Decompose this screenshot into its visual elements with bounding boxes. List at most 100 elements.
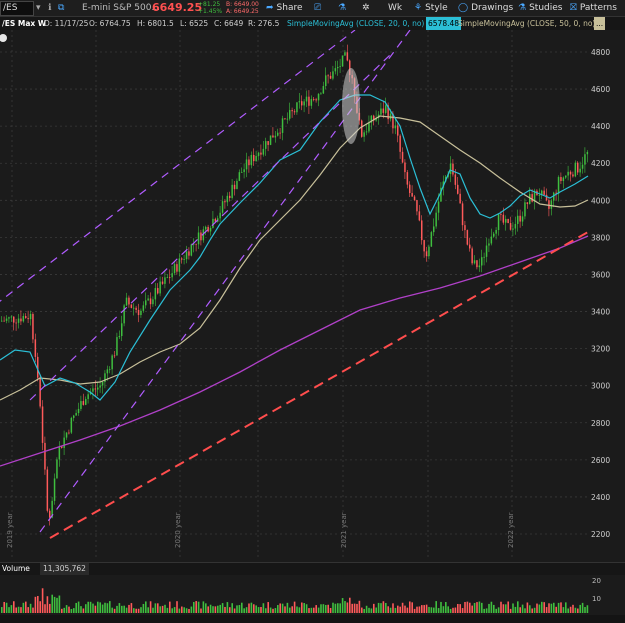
volume-bar [577, 608, 579, 613]
volume-bar [27, 607, 29, 613]
volume-bar [77, 601, 80, 613]
share-button[interactable]: ➦ Share [266, 0, 303, 16]
candle-body [99, 385, 101, 388]
candle-body [236, 180, 238, 190]
candle-body [279, 132, 281, 134]
flask-icon[interactable]: ⚗ [338, 0, 346, 16]
candle-body [85, 399, 87, 405]
candle-body [334, 68, 337, 72]
candle-body [147, 298, 149, 301]
volume-chart[interactable]: 20 10 [0, 575, 625, 615]
volume-bar [104, 602, 106, 613]
volume-bar [8, 607, 10, 613]
candle-body [361, 120, 363, 137]
volume-bar [32, 607, 34, 613]
candle-body [269, 135, 272, 145]
candle-body [531, 194, 533, 202]
volume-bar [440, 601, 442, 613]
volume-bar [562, 607, 565, 613]
volume-bar [135, 608, 137, 613]
volume-bar [430, 607, 433, 613]
price-chart[interactable]: 4800 4600 4400 4200 4000 3800 3600 3400 3200 3000… [0, 30, 625, 562]
volume-bar [279, 603, 281, 613]
volume-bar [236, 605, 238, 613]
candle-body [250, 154, 253, 166]
volume-bar [202, 601, 205, 613]
volume-bar [445, 602, 447, 613]
candle-body [329, 75, 332, 79]
candle-body [101, 382, 104, 386]
volume-bar [567, 608, 569, 613]
candle-body [389, 113, 392, 120]
volume-bar [361, 607, 363, 613]
candle-body [97, 387, 99, 390]
candle-body [207, 226, 209, 232]
candle-body [437, 201, 440, 213]
volume-bar [20, 607, 22, 613]
volume-bar [166, 607, 169, 613]
candle-body [125, 297, 128, 306]
volume-bar [322, 604, 325, 613]
volume-bar [406, 607, 409, 613]
candle-body [521, 216, 524, 222]
bar-date: D: 11/17/25 [44, 19, 89, 28]
settings-icon[interactable]: ✲ [362, 0, 370, 16]
volume-bar [173, 607, 176, 613]
symbol-input[interactable]: /ES [0, 1, 34, 16]
volume-bar [181, 606, 183, 613]
volume-bar [34, 596, 37, 613]
drawings-button[interactable]: ◯ Drawings [458, 0, 513, 16]
volume-bar [394, 607, 397, 613]
volume-bar [377, 602, 380, 613]
volume-bar [109, 601, 111, 613]
patterns-button[interactable]: ⛝ Patterns [570, 0, 617, 16]
candle-body [137, 309, 140, 316]
candle-body [231, 184, 233, 198]
style-button[interactable]: ⚘ Style [414, 0, 448, 16]
volume-bar [526, 602, 529, 613]
candle-body [260, 152, 262, 155]
volume-bar [329, 608, 332, 613]
candle-body [488, 243, 490, 246]
link-icon[interactable]: ⧉ [58, 0, 64, 16]
volume-value: 11,305,762 [40, 563, 89, 575]
volume-bar [212, 606, 214, 613]
volume-bar [46, 596, 49, 613]
candle-body [569, 171, 572, 175]
candle-body [293, 111, 296, 113]
info-icon[interactable]: ℹ [48, 0, 51, 16]
highlight-ellipse[interactable] [342, 68, 360, 144]
volume-bar [310, 607, 313, 613]
symbol-dropdown-icon[interactable]: ▾ [36, 0, 41, 16]
volume-bar [17, 606, 20, 613]
candle-body [428, 246, 430, 257]
candle-body [265, 141, 267, 149]
candle-body [471, 248, 473, 264]
time-axis-label: 2022 year [507, 512, 515, 548]
volume-bar [176, 601, 178, 613]
price-tick-label: 3800 [591, 233, 610, 242]
volume-bar [207, 606, 209, 613]
candle-body [341, 55, 344, 67]
candle-body [80, 401, 82, 409]
volume-bar [284, 606, 286, 613]
studies-button[interactable]: ⚗ Studies [518, 0, 562, 16]
candle-body [289, 110, 291, 119]
drawings-icon: ◯ [458, 3, 469, 13]
volume-bar [128, 604, 130, 613]
candle-body [507, 218, 509, 224]
candle-body [579, 168, 581, 173]
volume-bar [514, 606, 517, 613]
chart-layout-icon[interactable]: ⎚ [314, 0, 321, 16]
volume-bar [44, 604, 46, 613]
volume-bar [457, 603, 459, 613]
candle-body [430, 232, 433, 247]
timeframe-button[interactable]: Wk [388, 0, 402, 16]
candle-body [149, 298, 152, 305]
volume-bar [233, 608, 236, 613]
candle-body [253, 154, 255, 162]
candle-body [171, 273, 173, 278]
candle-body [538, 195, 541, 196]
volume-bar [315, 605, 317, 613]
candle-body [301, 101, 303, 106]
